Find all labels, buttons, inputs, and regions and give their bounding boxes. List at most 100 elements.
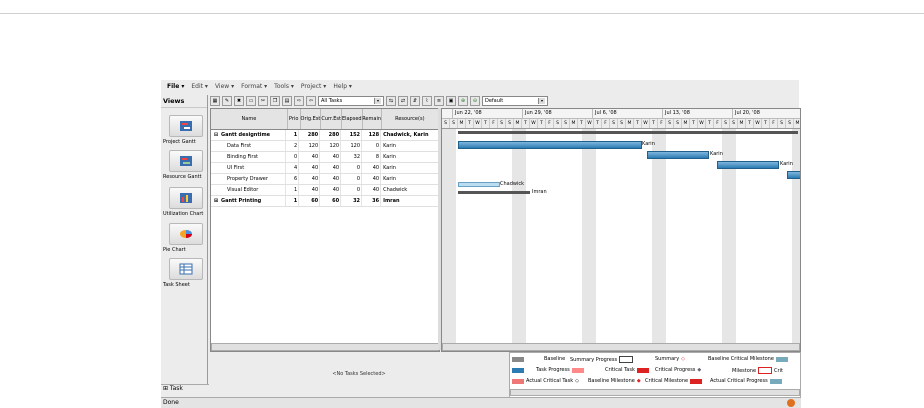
column-header-elapsed[interactable]: Elapsed — [342, 109, 363, 129]
column-header-resources[interactable]: Resource(s) — [382, 109, 439, 129]
table-row[interactable]: Binding First 0 40 40 32 8 Karin — [211, 152, 439, 163]
zoom-out-icon[interactable]: ⊖ — [470, 96, 480, 106]
link-icon[interactable]: ⇆ — [386, 96, 396, 106]
cell-remain: 40 — [362, 174, 382, 184]
column-header-remain[interactable]: Remain — [362, 109, 382, 129]
column-header-curr-est[interactable]: Curr.Est — [321, 109, 342, 129]
cell-curr-est: 40 — [320, 163, 342, 173]
legend-swatch-task — [512, 367, 524, 373]
legend-swatch-baseline — [512, 356, 524, 362]
copy-icon[interactable]: ❐ — [270, 96, 280, 106]
task-bar-ui-first[interactable] — [717, 161, 779, 169]
bar-label: Karin — [710, 151, 723, 157]
day-letter: S — [730, 119, 738, 128]
cell-elapsed: 32 — [341, 196, 363, 206]
notes-icon[interactable]: ≡ — [434, 96, 444, 106]
table-row[interactable]: Data First 2 120 120 120 0 Karin — [211, 141, 439, 152]
expand-toggle-icon[interactable]: ⊞ — [211, 198, 221, 204]
cut-icon[interactable]: ✂ — [258, 96, 268, 106]
resource-gantt-icon — [169, 150, 203, 172]
week-label: Jul 13, '08 — [662, 109, 690, 118]
summary-bar-gantt-printing[interactable] — [458, 191, 530, 194]
table-row[interactable]: Visual Editor 1 40 40 0 40 Chadwick — [211, 185, 439, 196]
cell-prio: 1 — [286, 130, 300, 140]
legend-label: Baseline — [544, 356, 566, 362]
view-project-gantt-button[interactable]: Project Gantt — [163, 115, 207, 145]
table-row[interactable]: ⊟ Gantt designtime 1 280 280 152 128 Chadwick, … — [211, 130, 439, 141]
baseline-milestone-diamond-icon: ◆ — [636, 378, 641, 384]
app-logo-icon — [787, 399, 795, 407]
indent-icon[interactable]: ⇨ — [294, 96, 304, 106]
cell-name: ⊞ Gantt Printing — [211, 196, 286, 206]
menu-view[interactable]: View ▾ — [215, 83, 234, 90]
menu-tools[interactable]: Tools ▾ — [274, 83, 294, 90]
attach-icon[interactable]: ⌇ — [422, 96, 432, 106]
task-filter-select[interactable]: All Tasks ▾ — [318, 96, 384, 106]
legend-swatch-critical-task — [636, 367, 649, 373]
view-style-select[interactable]: Default ▾ — [482, 96, 548, 106]
grid-horizontal-scrollbar[interactable] — [211, 343, 439, 351]
cell-name: Binding First — [211, 152, 286, 162]
day-letter: W — [586, 119, 594, 128]
task-bar-property-drawer[interactable] — [787, 171, 800, 179]
day-letter: T — [706, 119, 714, 128]
legend-horizontal-scrollbar[interactable] — [510, 389, 800, 396]
gantt-horizontal-scrollbar[interactable] — [442, 343, 800, 351]
zoom-in-icon[interactable]: ⊕ — [458, 96, 468, 106]
cell-orig-est: 120 — [299, 141, 321, 151]
legend-label: Summary — [655, 356, 680, 362]
weekend-column — [582, 129, 596, 351]
calendar-icon[interactable]: ▣ — [446, 96, 456, 106]
view-pie-chart-button[interactable]: Pie Chart — [163, 223, 207, 253]
task-bar-binding-first[interactable] — [647, 151, 709, 159]
expand-toggle-icon[interactable]: ⊟ — [211, 132, 221, 138]
menu-edit[interactable]: Edit ▾ — [191, 83, 208, 90]
menu-project[interactable]: Project ▾ — [301, 83, 326, 90]
cell-curr-est: 40 — [320, 174, 342, 184]
view-resource-gantt-button[interactable]: Resource Gantt — [163, 150, 207, 180]
day-letter: S — [554, 119, 562, 128]
paste-icon[interactable]: ▤ — [282, 96, 292, 106]
cell-elapsed: 0 — [341, 185, 363, 195]
gantt-application-window: File ▾ Edit ▾ View ▾ Format ▾ Tools ▾ Pr… — [161, 80, 801, 408]
print-icon[interactable]: ▭ — [246, 96, 256, 106]
column-header-name[interactable]: Name — [211, 109, 288, 129]
table-row[interactable]: ⊞ Gantt Printing 1 60 60 32 36 Imran — [211, 196, 439, 207]
legend-label: Milestone — [732, 367, 757, 374]
cell-resources: Karin — [381, 174, 439, 184]
task-sheet-icon — [169, 258, 203, 280]
day-letter: T — [466, 119, 474, 128]
task-panel-tab[interactable]: ⊞ Task — [161, 384, 209, 394]
day-letter: W — [474, 119, 482, 128]
summary-bar-gantt-designtime[interactable] — [458, 131, 798, 134]
task-name-text: Gantt Printing — [221, 198, 262, 204]
day-letter: S — [674, 119, 682, 128]
menu-format[interactable]: Format ▾ — [241, 83, 267, 90]
cell-resources: Karin — [381, 163, 439, 173]
column-header-prio[interactable]: Prio — [288, 109, 301, 129]
table-row[interactable]: Property Drawer 6 40 40 0 40 Karin — [211, 174, 439, 185]
new-task-icon[interactable]: ▦ — [210, 96, 220, 106]
split-icon[interactable]: ⇵ — [410, 96, 420, 106]
menu-help[interactable]: Help ▾ — [333, 83, 352, 90]
bar-label: Chadwick — [500, 181, 525, 187]
day-letter: S — [722, 119, 730, 128]
toolbar: ▦ ✎ ✖ ▭ ✂ ❐ ▤ ⇨ ⇦ All Tasks ▾ ⇆ ⇄ ⇵ ⌇ ≡ … — [210, 95, 799, 107]
outdent-icon[interactable]: ⇦ — [306, 96, 316, 106]
legend-label: Crit — [774, 367, 783, 374]
legend-swatch-baseline-critical-milestone — [775, 356, 788, 362]
view-task-sheet-button[interactable]: Task Sheet — [163, 258, 207, 288]
column-header-orig-est[interactable]: Orig.Est — [301, 109, 322, 129]
view-utilization-chart-button[interactable]: Utilization Chart — [163, 187, 207, 217]
cell-orig-est: 60 — [299, 196, 321, 206]
delete-icon[interactable]: ✖ — [234, 96, 244, 106]
edit-icon[interactable]: ✎ — [222, 96, 232, 106]
table-row[interactable]: UI First 4 40 40 0 40 Karin — [211, 163, 439, 174]
unlink-icon[interactable]: ⇄ — [398, 96, 408, 106]
task-bar-data-first[interactable] — [458, 141, 642, 149]
menu-file[interactable]: File ▾ — [167, 83, 184, 90]
task-bar-visual-editor[interactable] — [458, 182, 500, 187]
task-name-text: Visual Editor — [227, 187, 259, 193]
cell-orig-est: 40 — [299, 185, 321, 195]
project-gantt-icon — [169, 115, 203, 137]
